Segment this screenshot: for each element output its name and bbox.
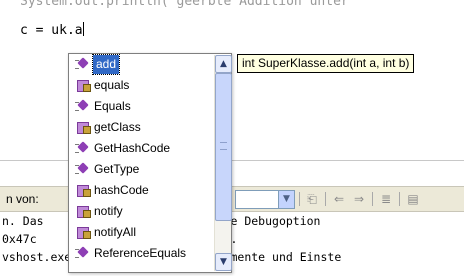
completion-item-GetHashCode[interactable]: GetHashCode — [71, 139, 211, 158]
completion-item-equals[interactable]: equals — [71, 76, 211, 95]
completion-label: getClass — [94, 120, 141, 134]
protected-method-icon — [75, 184, 91, 197]
public-method-icon — [75, 246, 91, 260]
dropdown-arrow-icon[interactable]: ▼ — [278, 191, 294, 208]
completion-item-add[interactable]: add — [71, 54, 211, 75]
output-source-label: n von: — [6, 192, 39, 206]
public-method-icon — [75, 57, 91, 71]
code-line-println: System.out.println("geerbte Addition unt… — [20, 0, 349, 9]
completion-label: notify — [94, 204, 123, 218]
previous-message-icon[interactable]: ⇐ — [330, 190, 348, 208]
text-caret — [82, 22, 84, 36]
signature-tooltip: int SuperKlasse.add(int a, int b) — [237, 54, 415, 73]
completion-item-getClass[interactable]: getClass — [71, 118, 211, 137]
completion-label: add — [91, 54, 121, 75]
completion-label: GetType — [94, 162, 140, 176]
scrollbar-thumb[interactable] — [215, 73, 232, 221]
public-method-icon — [75, 141, 91, 155]
completion-item-ReferenceEquals[interactable]: ReferenceEquals — [71, 244, 211, 263]
completion-label: Equals — [94, 99, 131, 113]
scroll-down-icon[interactable]: ▼ — [215, 253, 232, 271]
protected-method-icon — [75, 121, 91, 134]
code-line-text: c = uk.a — [20, 23, 83, 38]
completion-label: hashCode — [94, 183, 149, 197]
toolbar-separator — [299, 192, 300, 206]
completion-label: ReferenceEquals — [94, 246, 187, 260]
completion-item-GetType[interactable]: GetType — [71, 160, 211, 179]
completion-label: notifyAll — [94, 225, 137, 239]
code-line-assignment: c = uk.a — [20, 22, 84, 38]
completion-label: equals — [94, 78, 130, 92]
scroll-up-icon[interactable]: ▲ — [215, 55, 232, 73]
toolbar-separator — [372, 192, 373, 206]
public-method-icon — [75, 162, 91, 176]
toolbar-separator — [325, 192, 326, 206]
completion-scrollbar[interactable]: ▲ ▼ — [214, 55, 232, 271]
intellisense-popup[interactable]: add equals Equals getClass GetHashCode G… — [68, 53, 232, 273]
protected-method-icon — [75, 79, 91, 92]
completion-label: GetHashCode — [94, 141, 171, 155]
completion-item-notifyAll[interactable]: notifyAll — [71, 223, 211, 242]
completion-item-Equals[interactable]: Equals — [71, 97, 211, 116]
output-source-dropdown[interactable]: ▼ — [235, 190, 295, 209]
public-method-icon — [75, 99, 91, 113]
grip-icon — [220, 142, 227, 150]
clear-all-icon[interactable]: ≣ — [377, 190, 395, 208]
protected-method-icon — [75, 205, 91, 218]
word-wrap-icon[interactable]: ▤ — [404, 190, 422, 208]
protected-method-icon — [75, 226, 91, 239]
next-message-icon[interactable]: ⇒ — [350, 190, 368, 208]
toolbar-separator — [399, 192, 400, 206]
completion-item-hashCode[interactable]: hashCode — [71, 181, 211, 200]
goto-location-icon[interactable]: ⎗ — [303, 190, 321, 208]
completion-item-notify[interactable]: notify — [71, 202, 211, 221]
